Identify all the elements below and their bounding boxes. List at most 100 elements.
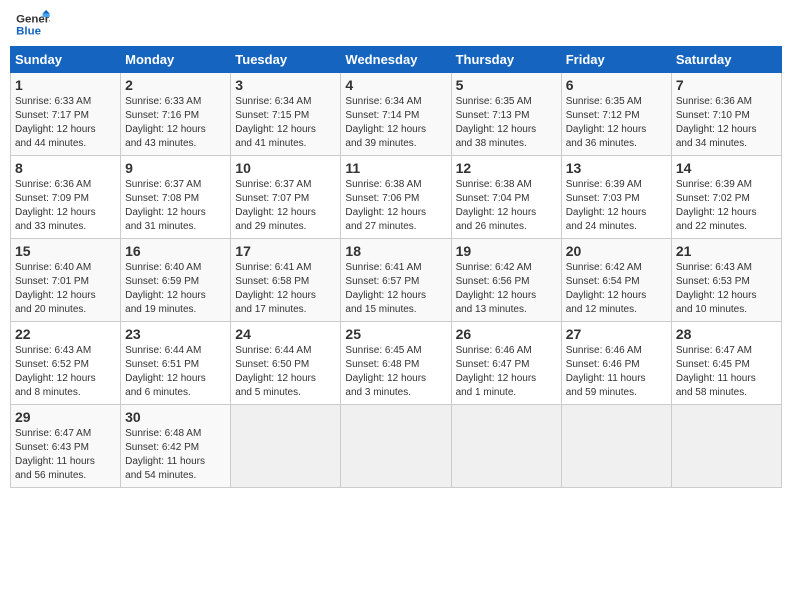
day-number: 14 bbox=[676, 160, 777, 176]
logo: General Blue bbox=[14, 10, 50, 40]
day-info: Sunrise: 6:40 AM Sunset: 6:59 PM Dayligh… bbox=[125, 261, 226, 317]
day-number: 8 bbox=[15, 160, 116, 176]
day-cell-12: 12 Sunrise: 6:38 AM Sunset: 7:04 PM Dayli… bbox=[451, 156, 561, 239]
day-number: 1 bbox=[15, 77, 116, 93]
day-number: 22 bbox=[15, 326, 116, 342]
day-number: 26 bbox=[456, 326, 557, 342]
day-number: 18 bbox=[345, 243, 446, 259]
day-cell-28: 28Sunrise: 6:47 AM Sunset: 6:45 PM Dayli… bbox=[671, 322, 781, 405]
logo-icon: General Blue bbox=[14, 10, 50, 40]
empty-cell bbox=[451, 405, 561, 488]
day-number: 24 bbox=[235, 326, 336, 342]
empty-cell bbox=[341, 405, 451, 488]
column-header-thursday: Thursday bbox=[451, 47, 561, 73]
day-info: Sunrise: 6:42 AM Sunset: 6:56 PM Dayligh… bbox=[456, 261, 557, 317]
day-cell-26: 26 Sunrise: 6:46 AM Sunset: 6:47 PM Dayli… bbox=[451, 322, 561, 405]
day-cell-7: 7 Sunrise: 6:36 AM Sunset: 7:10 PM Daylig… bbox=[671, 73, 781, 156]
day-cell-21: 21 Sunrise: 6:43 AM Sunset: 6:53 PM Dayli… bbox=[671, 239, 781, 322]
day-number: 27 bbox=[566, 326, 667, 342]
column-header-monday: Monday bbox=[121, 47, 231, 73]
day-cell-27: 27 Sunrise: 6:46 AM Sunset: 6:46 PM Dayli… bbox=[561, 322, 671, 405]
day-number: 23 bbox=[125, 326, 226, 342]
day-cell-4: 4 Sunrise: 6:34 AM Sunset: 7:14 PM Daylig… bbox=[341, 73, 451, 156]
empty-cell bbox=[231, 405, 341, 488]
day-number: 29 bbox=[15, 409, 116, 425]
day-cell-18: 18 Sunrise: 6:41 AM Sunset: 6:57 PM Dayli… bbox=[341, 239, 451, 322]
day-info: Sunrise: 6:35 AM Sunset: 7:13 PM Dayligh… bbox=[456, 95, 557, 151]
day-number: 11 bbox=[345, 160, 446, 176]
day-number: 21 bbox=[676, 243, 777, 259]
day-info: Sunrise: 6:38 AM Sunset: 7:06 PM Dayligh… bbox=[345, 178, 446, 234]
day-number: 28 bbox=[676, 326, 777, 342]
day-info: Sunrise: 6:37 AM Sunset: 7:07 PM Dayligh… bbox=[235, 178, 336, 234]
day-number: 3 bbox=[235, 77, 336, 93]
day-cell-19: 19 Sunrise: 6:42 AM Sunset: 6:56 PM Dayli… bbox=[451, 239, 561, 322]
day-cell-6: 6 Sunrise: 6:35 AM Sunset: 7:12 PM Daylig… bbox=[561, 73, 671, 156]
day-info: Sunrise: 6:48 AM Sunset: 6:42 PM Dayligh… bbox=[125, 427, 226, 483]
calendar-table: SundayMondayTuesdayWednesdayThursdayFrid… bbox=[10, 46, 782, 488]
day-cell-14: 14 Sunrise: 6:39 AM Sunset: 7:02 PM Dayli… bbox=[671, 156, 781, 239]
day-number: 20 bbox=[566, 243, 667, 259]
day-number: 7 bbox=[676, 77, 777, 93]
day-cell-29: 29 Sunrise: 6:47 AM Sunset: 6:43 PM Dayli… bbox=[11, 405, 121, 488]
day-number: 10 bbox=[235, 160, 336, 176]
column-header-friday: Friday bbox=[561, 47, 671, 73]
day-info: Sunrise: 6:36 AM Sunset: 7:09 PM Dayligh… bbox=[15, 178, 116, 234]
day-cell-22: 22Sunrise: 6:43 AM Sunset: 6:52 PM Dayli… bbox=[11, 322, 121, 405]
day-info: Sunrise: 6:33 AM Sunset: 7:17 PM Dayligh… bbox=[15, 95, 116, 151]
day-number: 19 bbox=[456, 243, 557, 259]
day-number: 13 bbox=[566, 160, 667, 176]
day-info: Sunrise: 6:44 AM Sunset: 6:50 PM Dayligh… bbox=[235, 344, 336, 400]
day-cell-24: 24 Sunrise: 6:44 AM Sunset: 6:50 PM Dayli… bbox=[231, 322, 341, 405]
day-info: Sunrise: 6:38 AM Sunset: 7:04 PM Dayligh… bbox=[456, 178, 557, 234]
day-info: Sunrise: 6:41 AM Sunset: 6:58 PM Dayligh… bbox=[235, 261, 336, 317]
empty-cell bbox=[671, 405, 781, 488]
day-cell-11: 11 Sunrise: 6:38 AM Sunset: 7:06 PM Dayli… bbox=[341, 156, 451, 239]
day-info: Sunrise: 6:47 AM Sunset: 6:43 PM Dayligh… bbox=[15, 427, 116, 483]
day-number: 6 bbox=[566, 77, 667, 93]
day-number: 25 bbox=[345, 326, 446, 342]
day-info: Sunrise: 6:43 AM Sunset: 6:53 PM Dayligh… bbox=[676, 261, 777, 317]
day-cell-5: 5Sunrise: 6:35 AM Sunset: 7:13 PM Daylig… bbox=[451, 73, 561, 156]
day-info: Sunrise: 6:45 AM Sunset: 6:48 PM Dayligh… bbox=[345, 344, 446, 400]
day-info: Sunrise: 6:46 AM Sunset: 6:47 PM Dayligh… bbox=[456, 344, 557, 400]
day-number: 17 bbox=[235, 243, 336, 259]
day-info: Sunrise: 6:39 AM Sunset: 7:02 PM Dayligh… bbox=[676, 178, 777, 234]
day-number: 12 bbox=[456, 160, 557, 176]
column-header-sunday: Sunday bbox=[11, 47, 121, 73]
day-info: Sunrise: 6:42 AM Sunset: 6:54 PM Dayligh… bbox=[566, 261, 667, 317]
day-info: Sunrise: 6:44 AM Sunset: 6:51 PM Dayligh… bbox=[125, 344, 226, 400]
day-cell-10: 10 Sunrise: 6:37 AM Sunset: 7:07 PM Dayli… bbox=[231, 156, 341, 239]
day-cell-15: 15 Sunrise: 6:40 AM Sunset: 7:01 PM Dayli… bbox=[11, 239, 121, 322]
day-cell-2: 2Sunrise: 6:33 AM Sunset: 7:16 PM Daylig… bbox=[121, 73, 231, 156]
day-info: Sunrise: 6:34 AM Sunset: 7:14 PM Dayligh… bbox=[345, 95, 446, 151]
day-cell-16: 16 Sunrise: 6:40 AM Sunset: 6:59 PM Dayli… bbox=[121, 239, 231, 322]
day-number: 16 bbox=[125, 243, 226, 259]
day-info: Sunrise: 6:34 AM Sunset: 7:15 PM Dayligh… bbox=[235, 95, 336, 151]
day-cell-8: 8 Sunrise: 6:36 AM Sunset: 7:09 PM Daylig… bbox=[11, 156, 121, 239]
day-cell-25: 25 Sunrise: 6:45 AM Sunset: 6:48 PM Dayli… bbox=[341, 322, 451, 405]
column-header-wednesday: Wednesday bbox=[341, 47, 451, 73]
day-cell-23: 23 Sunrise: 6:44 AM Sunset: 6:51 PM Dayli… bbox=[121, 322, 231, 405]
day-info: Sunrise: 6:40 AM Sunset: 7:01 PM Dayligh… bbox=[15, 261, 116, 317]
column-header-tuesday: Tuesday bbox=[231, 47, 341, 73]
day-cell-3: 3 Sunrise: 6:34 AM Sunset: 7:15 PM Daylig… bbox=[231, 73, 341, 156]
day-info: Sunrise: 6:37 AM Sunset: 7:08 PM Dayligh… bbox=[125, 178, 226, 234]
day-info: Sunrise: 6:39 AM Sunset: 7:03 PM Dayligh… bbox=[566, 178, 667, 234]
day-info: Sunrise: 6:35 AM Sunset: 7:12 PM Dayligh… bbox=[566, 95, 667, 151]
day-cell-20: 20 Sunrise: 6:42 AM Sunset: 6:54 PM Dayli… bbox=[561, 239, 671, 322]
day-cell-17: 17 Sunrise: 6:41 AM Sunset: 6:58 PM Dayli… bbox=[231, 239, 341, 322]
day-cell-30: 30Sunrise: 6:48 AM Sunset: 6:42 PM Dayli… bbox=[121, 405, 231, 488]
day-number: 9 bbox=[125, 160, 226, 176]
day-cell-9: 9 Sunrise: 6:37 AM Sunset: 7:08 PM Daylig… bbox=[121, 156, 231, 239]
day-info: Sunrise: 6:36 AM Sunset: 7:10 PM Dayligh… bbox=[676, 95, 777, 151]
svg-text:Blue: Blue bbox=[16, 26, 41, 38]
day-number: 15 bbox=[15, 243, 116, 259]
day-info: Sunrise: 6:46 AM Sunset: 6:46 PM Dayligh… bbox=[566, 344, 667, 400]
day-cell-13: 13 Sunrise: 6:39 AM Sunset: 7:03 PM Dayli… bbox=[561, 156, 671, 239]
day-number: 4 bbox=[345, 77, 446, 93]
column-header-saturday: Saturday bbox=[671, 47, 781, 73]
empty-cell bbox=[561, 405, 671, 488]
day-info: Sunrise: 6:41 AM Sunset: 6:57 PM Dayligh… bbox=[345, 261, 446, 317]
page-header: General Blue bbox=[10, 10, 782, 40]
